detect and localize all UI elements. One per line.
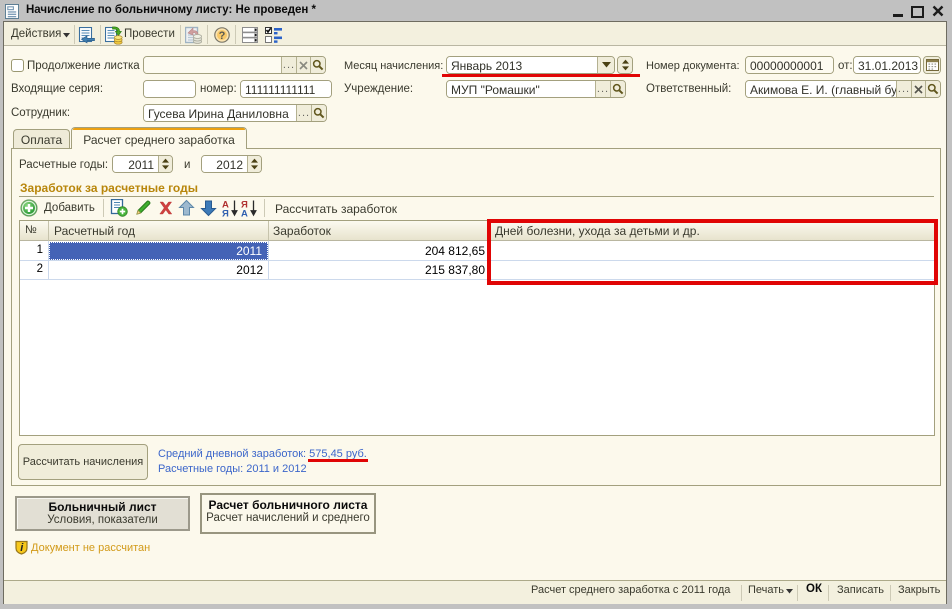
svg-text:А: А bbox=[241, 209, 248, 218]
svg-text:Я: Я bbox=[222, 209, 229, 218]
svg-text:?: ? bbox=[219, 30, 226, 42]
